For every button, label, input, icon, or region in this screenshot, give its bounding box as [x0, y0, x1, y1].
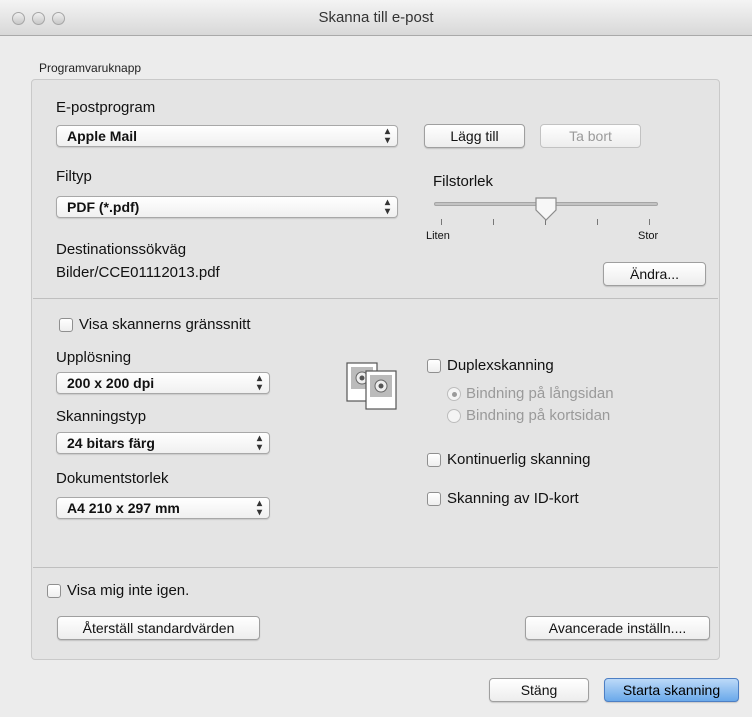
filesize-label: Filstorlek [433, 173, 494, 190]
remove-button[interactable]: Ta bort [540, 124, 641, 148]
id-card-scan-label: Skanning av ID-kort [447, 490, 579, 507]
popup-arrows-icon: ▴ ▾ [256, 498, 262, 518]
popup-arrows-icon: ▴ ▾ [256, 373, 262, 393]
duplex-pages-icon [346, 362, 397, 410]
popup-arrows-icon: ▴ ▾ [256, 433, 262, 453]
slider-tick [441, 219, 442, 225]
id-card-scan-checkbox[interactable] [427, 492, 441, 506]
window-title: Skanna till e-post [318, 9, 434, 26]
resolution-select[interactable]: 200 x 200 dpi ▴ ▾ [56, 372, 270, 394]
binding-long-edge-radio[interactable] [447, 387, 461, 401]
popup-arrows-icon: ▴ ▾ [384, 126, 390, 146]
document-size-label: Dokumentstorlek [56, 470, 169, 487]
change-button[interactable]: Ändra... [603, 262, 706, 286]
filesize-min-label: Liten [426, 230, 450, 242]
close-button[interactable]: Stäng [489, 678, 589, 702]
document-size-select[interactable]: A4 210 x 297 mm ▴ ▾ [56, 497, 270, 519]
email-program-select[interactable]: Apple Mail ▴ ▾ [56, 125, 398, 147]
email-program-label: E-postprogram [56, 99, 156, 116]
dont-show-again-label: Visa mig inte igen. [67, 582, 190, 599]
duplex-checkbox[interactable] [427, 359, 441, 373]
filetype-select[interactable]: PDF (*.pdf) ▴ ▾ [56, 196, 398, 218]
divider [33, 298, 718, 299]
scan-type-label: Skanningstyp [56, 408, 147, 425]
start-scan-button[interactable]: Starta skanning [604, 678, 739, 702]
slider-tick [649, 219, 650, 225]
scan-type-select[interactable]: 24 bitars färg ▴ ▾ [56, 432, 270, 454]
resolution-label: Upplösning [56, 349, 132, 366]
slider-tick [493, 219, 494, 225]
advanced-settings-button[interactable]: Avancerade inställn.... [525, 616, 710, 640]
divider [33, 567, 718, 568]
title-bar: Skanna till e-post [0, 0, 752, 36]
destination-path: Bilder/CCE01112013.pdf [56, 264, 220, 281]
duplex-label: Duplexskanning [447, 357, 554, 374]
show-scanner-interface-checkbox[interactable] [59, 318, 73, 332]
popup-arrows-icon: ▴ ▾ [384, 197, 390, 217]
continuous-scan-label: Kontinuerlig skanning [447, 451, 591, 468]
group-label: Programvaruknapp [39, 61, 142, 75]
radio-selected-dot [452, 392, 457, 397]
show-scanner-interface-label: Visa skannerns gränssnitt [79, 316, 251, 333]
continuous-scan-checkbox[interactable] [427, 453, 441, 467]
restore-defaults-button[interactable]: Återställ standardvärden [57, 616, 260, 640]
binding-short-edge-label: Bindning på kortsidan [466, 407, 611, 424]
filetype-label: Filtyp [56, 168, 92, 185]
dont-show-again-checkbox[interactable] [47, 584, 61, 598]
filesize-slider-knob[interactable] [534, 196, 558, 222]
binding-long-edge-label: Bindning på långsidan [466, 385, 614, 402]
destination-label: Destinationssökväg [56, 241, 187, 258]
slider-tick [597, 219, 598, 225]
binding-short-edge-radio[interactable] [447, 409, 461, 423]
filesize-max-label: Stor [638, 230, 659, 242]
add-button[interactable]: Lägg till [424, 124, 525, 148]
